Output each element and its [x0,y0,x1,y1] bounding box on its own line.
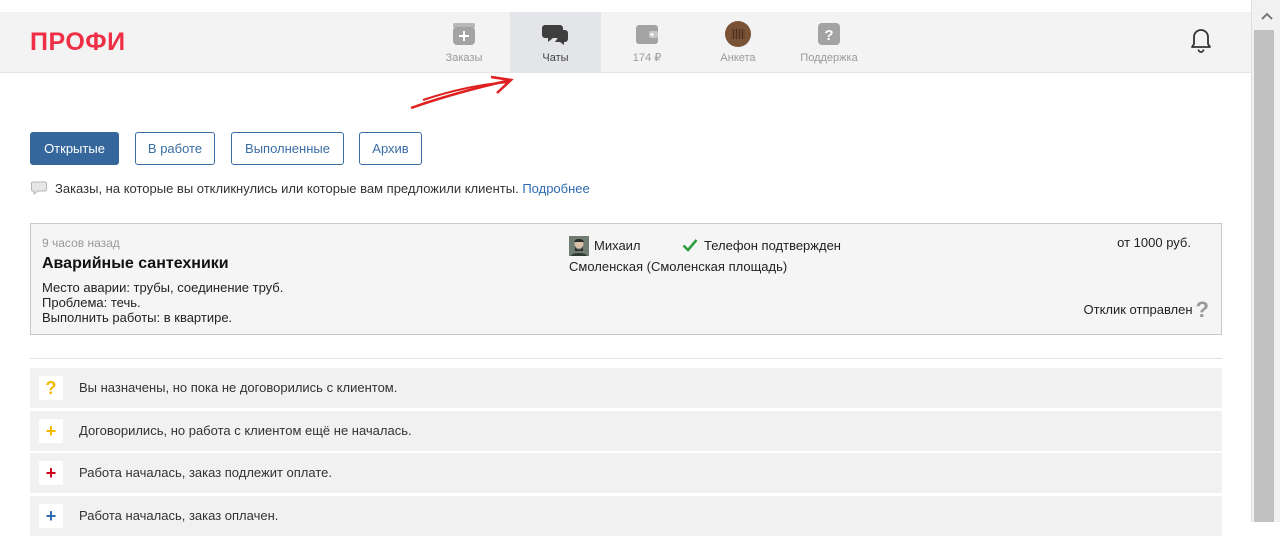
nav-profile-label: Анкета [720,52,756,64]
speech-bubble-icon [31,181,47,195]
response-status: Отклик отправлен? [1084,299,1210,321]
nav-support[interactable]: ? Поддержка [784,12,874,72]
order-desc-line: Место аварии: трубы, соединение труб. [42,280,284,295]
plus-blue-icon: + [39,504,63,528]
nav-chats-label: Чаты [542,52,569,64]
order-time: 9 часов назад [42,236,120,250]
help-icon: ? [818,23,840,45]
legend-item: + Работа началась, заказ подлежит оплате… [30,453,1222,493]
legend-text: Договорились, но работа с клиентом ещё н… [79,423,412,438]
avatar-icon [725,21,751,47]
annotation-arrow [410,75,514,110]
plus-red-icon: + [39,461,63,485]
header: ПРОФИ Заказы Чаты 174 ₽ Анкета ? Поддерж… [0,12,1251,73]
legend-text: Работа началась, заказ подлежит оплате. [79,465,332,480]
client-name: Михаил [594,238,641,253]
nav-support-label: Поддержка [800,52,858,64]
question-icon[interactable]: ? [1196,299,1209,321]
nav-chats[interactable]: Чаты [510,12,601,72]
nav-wallet[interactable]: 174 ₽ [602,12,692,72]
scroll-up-icon[interactable] [1252,0,1280,30]
tab-in-progress[interactable]: В работе [135,132,215,165]
divider [30,358,1222,359]
legend-text: Работа началась, заказ оплачен. [79,508,279,523]
nav-profile[interactable]: Анкета [693,12,783,72]
bell-icon[interactable] [1189,27,1213,55]
more-link[interactable]: Подробнее [522,181,589,196]
phone-status: Телефон подтвержден [682,236,841,256]
logo[interactable]: ПРОФИ [30,28,126,56]
legend-item: + Работа началась, заказ оплачен. [30,496,1222,536]
orders-icon [453,23,475,45]
order-desc-line: Выполнить работы: в квартире. [42,310,233,325]
scroll-thumb[interactable] [1254,30,1274,522]
info-line: Заказы, на которые вы откликнулись или к… [31,180,590,198]
nav-orders-label: Заказы [445,52,483,64]
order-desc-line: Проблема: течь. [42,295,141,310]
legend-text: Вы назначены, но пока не договорились с … [79,380,398,395]
nav-orders[interactable]: Заказы [419,12,509,72]
order-description: Место аварии: трубы, соединение труб. Пр… [42,280,283,325]
question-mark-icon: ? [39,376,63,400]
client-avatar [569,236,589,256]
client-info: Михаил [569,236,641,256]
order-card[interactable]: 9 часов назад Аварийные сантехники Место… [30,223,1222,335]
info-text: Заказы, на которые вы откликнулись или к… [55,181,519,196]
tab-archive[interactable]: Архив [359,132,422,165]
order-price: от 1000 руб. [1117,235,1191,250]
order-title[interactable]: Аварийные сантехники [42,255,229,273]
check-icon [682,239,698,252]
svg-text:?: ? [824,27,833,44]
order-location: Смоленская (Смоленская площадь) [569,259,788,274]
tab-open[interactable]: Открытые [30,132,119,165]
legend-item: + Договорились, но работа с клиентом ещё… [30,411,1222,451]
legend-item: ? Вы назначены, но пока не договорились … [30,368,1222,408]
nav-wallet-label: 174 ₽ [632,52,662,64]
response-status-text: Отклик отправлен [1083,302,1193,317]
wallet-icon [636,25,658,44]
scrollbar[interactable] [1251,0,1280,522]
chat-icon [541,25,568,45]
plus-yellow-icon: + [39,419,63,443]
tab-completed[interactable]: Выполненные [231,132,344,165]
phone-status-text: Телефон подтвержден [704,238,841,253]
